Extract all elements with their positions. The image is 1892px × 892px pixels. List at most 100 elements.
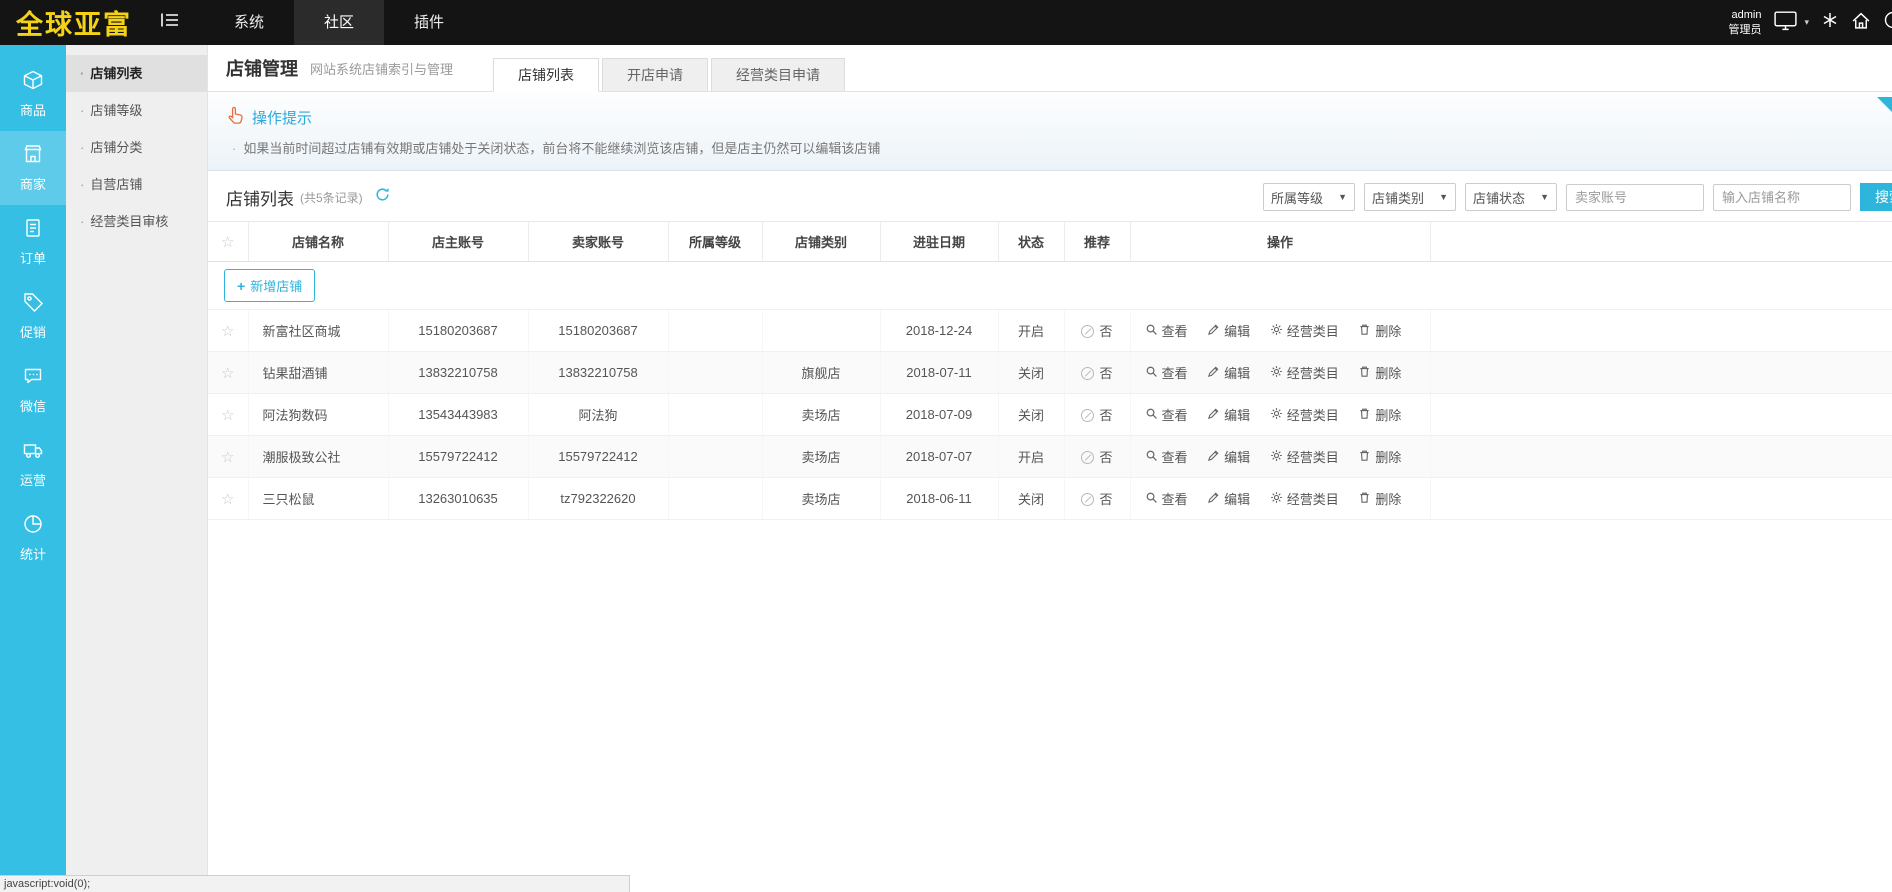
sidebar-item-orders[interactable]: 订单 <box>0 205 66 279</box>
seller-account-input[interactable] <box>1566 184 1704 211</box>
sidebar-item-operations[interactable]: 运营 <box>0 427 66 501</box>
filter-grade-label: 所属等级 <box>1271 188 1323 207</box>
pie-chart-icon <box>22 513 44 538</box>
nav-item-plugins[interactable]: 插件 <box>384 0 474 45</box>
home-button[interactable] <box>1851 11 1871 35</box>
shop-name-input[interactable] <box>1713 184 1851 211</box>
sidebar-toggle-button[interactable] <box>150 12 190 33</box>
cell-shop-name: 三只松鼠 <box>248 478 388 520</box>
delete-action[interactable]: 删除 <box>1358 405 1401 424</box>
edit-action[interactable]: 编辑 <box>1207 447 1250 466</box>
submenu-item-shop-list[interactable]: ·店铺列表 <box>66 55 207 92</box>
category-action[interactable]: 经营类目 <box>1270 363 1339 382</box>
view-action[interactable]: 查看 <box>1145 447 1188 466</box>
sidebar-item-statistics[interactable]: 统计 <box>0 501 66 575</box>
nav-item-community[interactable]: 社区 <box>294 0 384 45</box>
bullet-icon: · <box>80 103 84 118</box>
view-action[interactable]: 查看 <box>1145 363 1188 382</box>
panel-collapse-icon[interactable] <box>1877 97 1892 112</box>
favorite-star-icon[interactable]: ☆ <box>221 365 234 382</box>
refresh-button[interactable] <box>375 187 390 207</box>
storefront-preview-button[interactable] <box>1773 10 1798 36</box>
add-shop-button[interactable]: + 新增店铺 <box>224 269 315 302</box>
edit-action[interactable]: 编辑 <box>1207 321 1250 340</box>
cell-seller-account: 15579722412 <box>528 436 668 478</box>
topbar-right: admin 管理员 ▾ <box>1728 0 1892 45</box>
gear-icon <box>1270 407 1283 423</box>
sidebar-item-merchant[interactable]: 商家 <box>0 131 66 205</box>
submenu-item-category-audit[interactable]: · 经营类目审核 <box>66 203 207 240</box>
sidebar-item-label: 促销 <box>20 322 46 341</box>
cell-category: 卖场店 <box>762 394 880 436</box>
tab-shop-list[interactable]: 店铺列表 <box>493 58 599 92</box>
clear-cache-button[interactable] <box>1821 11 1839 34</box>
category-action[interactable]: 经营类目 <box>1270 321 1339 340</box>
sidebar-item-goods[interactable]: 商品 <box>0 57 66 131</box>
edit-action[interactable]: 编辑 <box>1207 363 1250 382</box>
favorite-star-icon[interactable]: ☆ <box>221 449 234 466</box>
filter-grade-select[interactable]: 所属等级 ▼ <box>1263 183 1355 211</box>
cell-filler <box>1430 310 1892 352</box>
view-action[interactable]: 查看 <box>1145 321 1188 340</box>
filter-status-select[interactable]: 店铺状态 ▼ <box>1465 183 1557 211</box>
view-action[interactable]: 查看 <box>1145 405 1188 424</box>
edit-action[interactable]: 编辑 <box>1207 405 1250 424</box>
app-logo: 全球亚富 <box>0 3 150 42</box>
delete-action[interactable]: 删除 <box>1358 363 1401 382</box>
logout-button[interactable] <box>1883 10 1892 35</box>
pencil-icon <box>1207 407 1220 423</box>
cell-status: 关闭 <box>998 352 1064 394</box>
trash-icon <box>1358 323 1371 339</box>
submenu-label: 经营类目审核 <box>90 214 168 229</box>
favorite-star-icon[interactable]: ☆ <box>221 407 234 424</box>
favorite-star-icon[interactable]: ☆ <box>221 323 234 340</box>
submenu-item-shop-grade[interactable]: ·店铺等级 <box>66 92 207 129</box>
edit-action[interactable]: 编辑 <box>1207 489 1250 508</box>
user-name: admin <box>1728 8 1761 22</box>
add-shop-label: 新增店铺 <box>250 276 302 295</box>
delete-action[interactable]: 删除 <box>1358 321 1401 340</box>
bullet-icon: · <box>232 141 236 156</box>
caret-down-icon[interactable]: ▾ <box>1804 17 1809 28</box>
cell-recommend: 否 <box>1064 352 1130 394</box>
delete-action[interactable]: 删除 <box>1358 489 1401 508</box>
header-actions: 操作 <box>1130 222 1430 262</box>
table-row: ☆ 三只松鼠 13263010635 tz792322620 卖场店 2018-… <box>208 478 1892 520</box>
category-action[interactable]: 经营类目 <box>1270 489 1339 508</box>
submenu-item-self-shop[interactable]: ·自营店铺 <box>66 166 207 203</box>
category-action[interactable]: 经营类目 <box>1270 405 1339 424</box>
bullet-icon: · <box>80 214 84 229</box>
user-info[interactable]: admin 管理员 <box>1728 8 1761 37</box>
filter-status-label: 店铺状态 <box>1473 188 1525 207</box>
submenu-item-shop-category[interactable]: ·店铺分类 <box>66 129 207 166</box>
delete-action[interactable]: 删除 <box>1358 447 1401 466</box>
cell-date: 2018-07-09 <box>880 394 998 436</box>
sidebar-item-promotion[interactable]: 促销 <box>0 279 66 353</box>
nav-item-system[interactable]: 系统 <box>204 0 294 45</box>
header-shop-name: 店铺名称 <box>248 222 388 262</box>
view-action[interactable]: 查看 <box>1145 489 1188 508</box>
category-action[interactable]: 经营类目 <box>1270 447 1339 466</box>
favorite-star-icon[interactable]: ☆ <box>221 491 234 508</box>
table-row: ☆ 阿法狗数码 13543443983 阿法狗 卖场店 2018-07-09 关… <box>208 394 1892 436</box>
cell-seller-account: 阿法狗 <box>528 394 668 436</box>
cell-shop-name: 潮服极致公社 <box>248 436 388 478</box>
list-title: 店铺列表 <box>226 185 294 210</box>
gear-icon <box>1270 491 1283 507</box>
sidebar-item-label: 商家 <box>20 174 46 193</box>
cell-owner-account: 15180203687 <box>388 310 528 352</box>
tab-category-apply[interactable]: 经营类目申请 <box>711 58 845 92</box>
page-subtitle: 网站系统店铺索引与管理 <box>310 59 453 78</box>
tab-open-apply[interactable]: 开店申请 <box>602 58 708 92</box>
search-button[interactable]: 搜索 <box>1860 183 1892 211</box>
header-recommend: 推荐 <box>1064 222 1130 262</box>
cell-category <box>762 310 880 352</box>
sidebar-item-wechat[interactable]: 微信 <box>0 353 66 427</box>
filter-category-select[interactable]: 店铺类别 ▼ <box>1364 183 1456 211</box>
not-recommended-icon <box>1081 325 1094 338</box>
cell-seller-account: tz792322620 <box>528 478 668 520</box>
chat-bubble-icon <box>22 365 44 390</box>
goods-box-icon <box>22 69 44 94</box>
trash-icon <box>1358 407 1371 423</box>
cell-filler <box>1430 394 1892 436</box>
